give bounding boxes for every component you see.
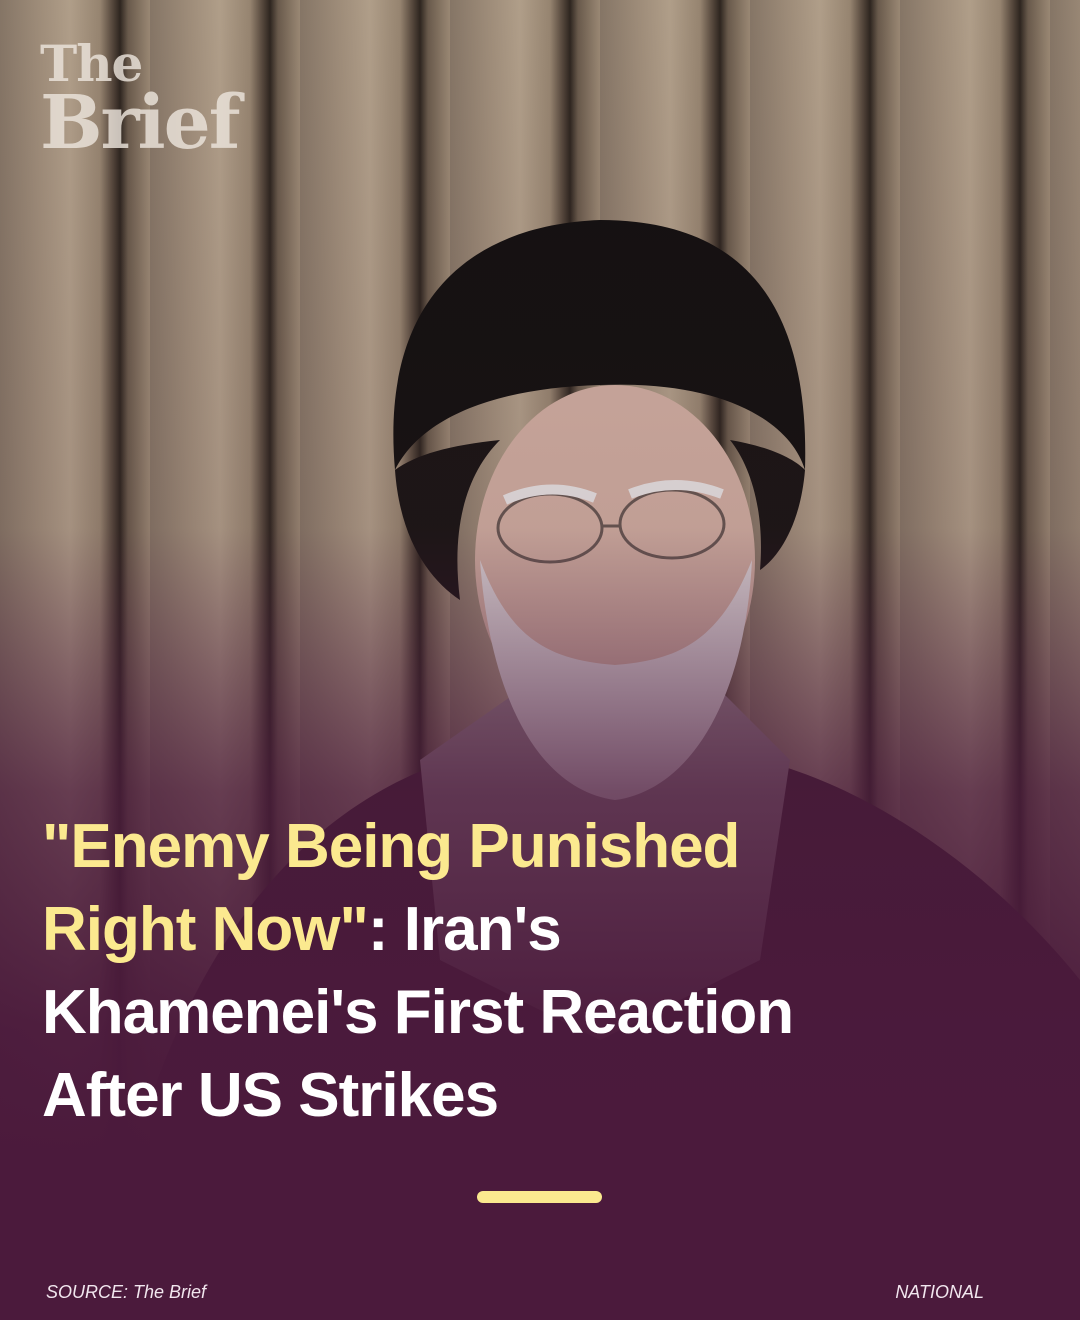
category-label: NATIONAL: [895, 1282, 984, 1302]
source-credit: SOURCE: The Brief: [46, 1282, 207, 1302]
logo-line-2: Brief: [40, 79, 241, 166]
news-card: The Brief "Enemy Being Punished Right No…: [0, 0, 1080, 1320]
headline: "Enemy Being Punished Right Now": Iran's…: [42, 805, 902, 1137]
brand-logo: The Brief: [40, 39, 241, 166]
accent-bar: [477, 1191, 602, 1203]
